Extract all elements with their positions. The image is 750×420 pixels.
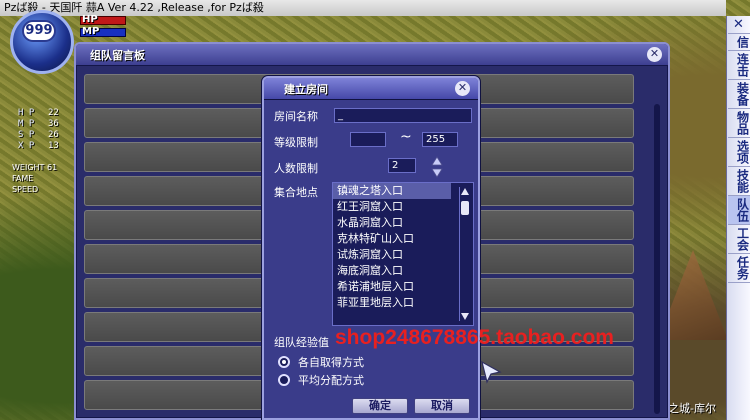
side-item-party[interactable]: 队伍 bbox=[727, 196, 750, 225]
stat-row: H P 22 bbox=[18, 108, 59, 118]
create-room-header: 建立房间 bbox=[264, 78, 478, 100]
level-max-input[interactable]: 255 bbox=[422, 132, 458, 147]
create-room-dialog: 建立房间 ✕ 房间名称 _ 等级限制 ~ 255 人数限制 2 集合地点 镇魂之… bbox=[262, 76, 480, 420]
people-limit-label: 人数限制 bbox=[274, 162, 318, 175]
cancel-button[interactable]: 取消 bbox=[414, 398, 470, 414]
team-board-header: 组队留言板 bbox=[76, 44, 668, 66]
fame-label: FAME bbox=[12, 174, 34, 183]
extra-stats: WEIGHT 61 FAME SPEED bbox=[12, 162, 57, 195]
stat-row: M P 36 bbox=[18, 119, 59, 129]
side-item-skills[interactable]: 技能 bbox=[727, 167, 750, 196]
radio-selected-icon[interactable] bbox=[278, 356, 290, 368]
stat-row: X P 13 bbox=[18, 141, 59, 151]
window-title-bar: Pzば殺 - 天国阡 蒜A Ver 4.22 ,Release ,for Pzば… bbox=[0, 0, 726, 16]
list-item[interactable]: 海底洞窟入口 bbox=[333, 263, 451, 279]
radio-unselected-icon[interactable] bbox=[278, 374, 290, 386]
room-name-input[interactable]: _ bbox=[334, 108, 472, 123]
scroll-thumb[interactable] bbox=[461, 201, 469, 215]
weight-label: WEIGHT bbox=[12, 163, 45, 172]
list-item[interactable]: 希诺浦地层入口 bbox=[333, 279, 451, 295]
meeting-point-list[interactable]: 镇魂之塔入口 红王洞窟入口 水晶洞窟入口 克林特矿山入口 试炼洞窟入口 海底洞窟… bbox=[332, 182, 474, 326]
exp-distribution-label: 组队经验值 bbox=[274, 336, 329, 349]
scroll-down-icon[interactable] bbox=[460, 311, 470, 321]
room-name-label: 房间名称 bbox=[274, 110, 318, 123]
side-item-options[interactable]: 选项 bbox=[727, 138, 750, 167]
list-item[interactable]: 克林特矿山入口 bbox=[333, 231, 451, 247]
watermark-text: shop248678865.taobao.com bbox=[335, 326, 614, 349]
list-item[interactable]: 水晶洞窟入口 bbox=[333, 215, 451, 231]
create-room-close-icon[interactable]: ✕ bbox=[455, 81, 470, 96]
side-item-quest[interactable]: 任务 bbox=[727, 254, 750, 283]
side-menu-close-icon[interactable]: ✕ bbox=[727, 16, 750, 34]
speed-label: SPEED bbox=[12, 185, 39, 194]
list-item[interactable]: 镇魂之塔入口 bbox=[333, 183, 451, 199]
mouse-cursor-icon bbox=[481, 360, 502, 384]
exp-option-equal[interactable]: 平均分配方式 bbox=[278, 372, 364, 388]
side-menu: ✕ 信 连击 装备 物品 选项 技能 队伍 工会 任务 bbox=[726, 16, 750, 420]
ok-button[interactable]: 确定 bbox=[352, 398, 408, 414]
list-item[interactable]: 红王洞窟入口 bbox=[333, 199, 451, 215]
weight-value: 61 bbox=[46, 163, 58, 172]
list-item[interactable]: 菲亚里地层入口 bbox=[333, 295, 451, 311]
mp-label: MP bbox=[82, 26, 100, 37]
side-item-combo[interactable]: 连击 bbox=[727, 51, 750, 80]
scroll-up-icon[interactable] bbox=[460, 187, 470, 197]
side-item-equipment[interactable]: 装备 bbox=[727, 80, 750, 109]
team-board-close-icon[interactable]: ✕ bbox=[647, 47, 662, 62]
create-room-title: 建立房间 bbox=[284, 82, 328, 96]
meeting-point-scrollbar[interactable] bbox=[459, 187, 469, 321]
list-item[interactable]: 试炼洞窟入口 bbox=[333, 247, 451, 263]
people-limit-input[interactable]: 2 bbox=[388, 158, 416, 173]
character-stats: H P 22 M P 36 S P 26 X P 13 bbox=[18, 108, 59, 152]
meeting-point-label: 集合地点 bbox=[274, 186, 318, 199]
team-board-scrollbar[interactable] bbox=[654, 104, 660, 414]
side-item-items[interactable]: 物品 bbox=[727, 109, 750, 138]
side-item-0[interactable]: 信 bbox=[727, 34, 750, 51]
side-item-guild[interactable]: 工会 bbox=[727, 225, 750, 254]
up-down-spinner-icon[interactable] bbox=[431, 156, 443, 178]
stat-row: S P 26 bbox=[18, 130, 59, 140]
level-badge: 999 bbox=[22, 20, 56, 42]
level-min-input[interactable] bbox=[350, 132, 386, 147]
hp-label: HP bbox=[82, 14, 98, 25]
exp-option-individual[interactable]: 各自取得方式 bbox=[278, 354, 364, 370]
level-range-separator: ~ bbox=[400, 129, 412, 145]
level-limit-label: 等级限制 bbox=[274, 136, 318, 149]
team-board-title: 组队留言板 bbox=[90, 48, 145, 62]
map-name-label: 之城-库尔 bbox=[668, 402, 716, 415]
